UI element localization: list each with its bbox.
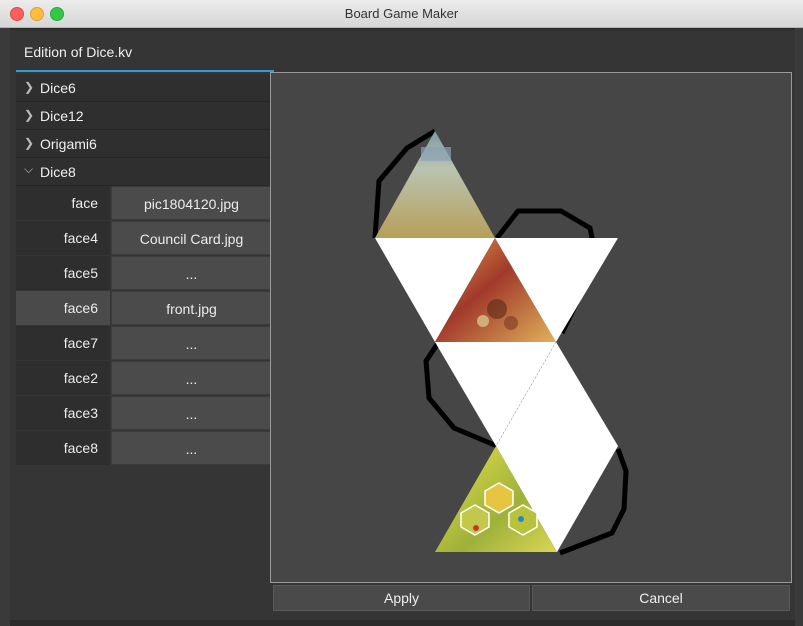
property-key: face2 — [16, 361, 110, 395]
window-titlebar: Board Game Maker — [0, 0, 803, 28]
property-key: face6 — [16, 291, 110, 325]
background-window-edge — [0, 28, 10, 626]
property-value-button[interactable]: pic1804120.jpg — [111, 186, 272, 220]
property-row-face6: face6 front.jpg — [16, 291, 272, 325]
property-value-button[interactable]: ... — [111, 326, 272, 360]
tree-item-dice12[interactable]: ❯ Dice12 — [16, 102, 272, 130]
window-title: Board Game Maker — [344, 6, 459, 21]
chevron-right-icon: ❯ — [24, 80, 35, 94]
property-value-button[interactable]: ... — [111, 396, 272, 430]
tree-item-dice8[interactable]: ⌵ Dice8 — [16, 158, 272, 186]
edit-dialog: Edition of Dice.kv ❯ Dice6 ❯ Dice12 ❯ Or… — [10, 30, 795, 620]
property-row-face8: face8 ... — [16, 431, 272, 465]
tree-item-origami6[interactable]: ❯ Origami6 — [16, 130, 272, 158]
tree-item-label: Dice12 — [40, 108, 84, 124]
property-value-button[interactable]: ... — [111, 361, 272, 395]
title-underline — [16, 70, 274, 72]
property-key: face — [16, 186, 110, 220]
property-row-face4: face4 Council Card.jpg — [16, 221, 272, 255]
property-row-face2: face2 ... — [16, 361, 272, 395]
property-row-face7: face7 ... — [16, 326, 272, 360]
dialog-title: Edition of Dice.kv — [24, 44, 133, 60]
chevron-down-icon: ⌵ — [24, 162, 34, 176]
property-value-button[interactable]: Council Card.jpg — [111, 221, 272, 255]
cancel-button[interactable]: Cancel — [532, 585, 790, 611]
apply-button[interactable]: Apply — [273, 585, 530, 611]
property-row-face3: face3 ... — [16, 396, 272, 430]
property-key: face5 — [16, 256, 110, 290]
property-row-face5: face5 ... — [16, 256, 272, 290]
tree-item-dice6[interactable]: ❯ Dice6 — [16, 74, 272, 102]
tree-item-label: Dice6 — [40, 80, 76, 96]
property-value-button[interactable]: front.jpg — [111, 291, 272, 325]
tree-item-label: Dice8 — [40, 164, 76, 180]
chevron-right-icon: ❯ — [24, 136, 35, 150]
property-key: face8 — [16, 431, 110, 465]
property-key: face4 — [16, 221, 110, 255]
property-value-button[interactable]: ... — [111, 256, 272, 290]
property-key: face3 — [16, 396, 110, 430]
tree-item-label: Origami6 — [40, 136, 97, 152]
property-row-face: face pic1804120.jpg — [16, 186, 272, 220]
octahedron-net — [372, 128, 629, 556]
chevron-right-icon: ❯ — [24, 108, 35, 122]
property-value-button[interactable]: ... — [111, 431, 272, 465]
dice-net-preview — [270, 72, 792, 583]
property-key: face7 — [16, 326, 110, 360]
background-window-edge — [795, 28, 803, 626]
